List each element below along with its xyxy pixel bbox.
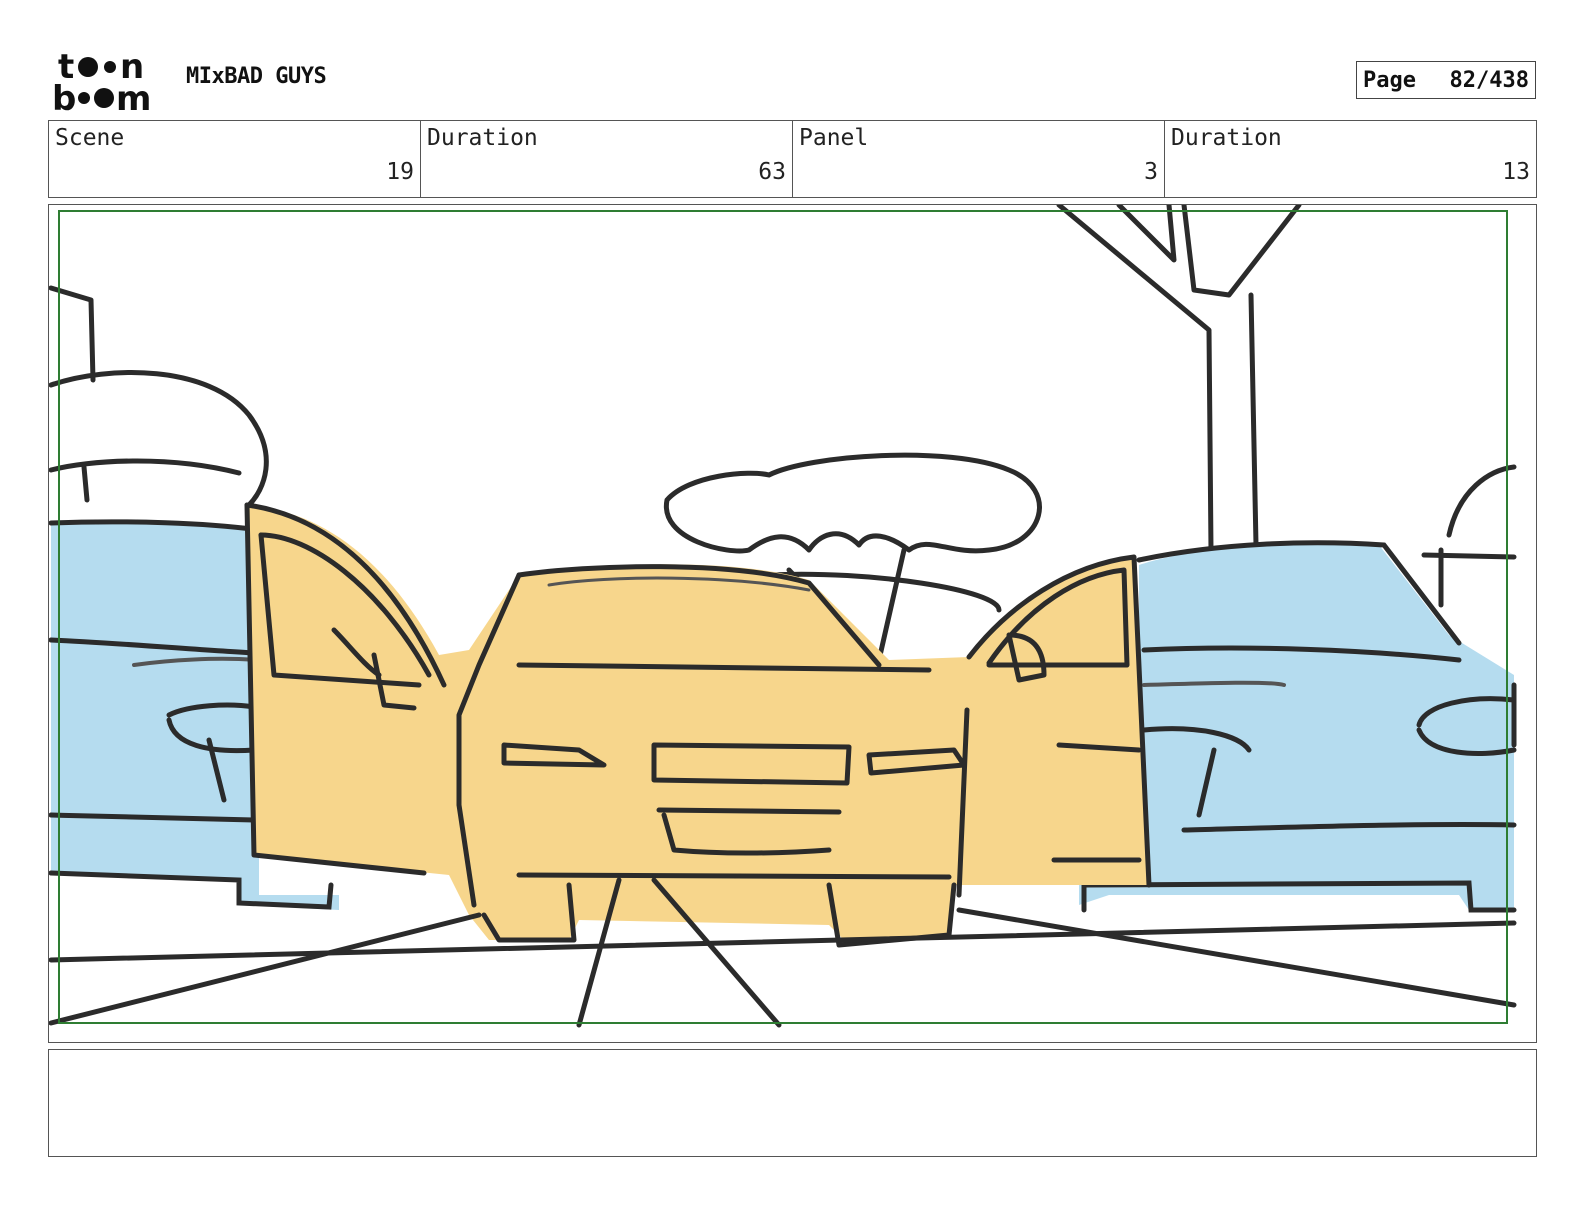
scene-label: Scene xyxy=(55,125,125,151)
page-number: 82/438 xyxy=(1449,67,1529,93)
scene-duration-label: Duration xyxy=(427,125,538,151)
storyboard-panel xyxy=(48,204,1537,1043)
page-label: Page xyxy=(1363,67,1416,93)
scene-cell: Scene 19 xyxy=(49,121,421,197)
storyboard-sketch-cars-icon xyxy=(49,205,1517,1028)
panel-cell: Panel 3 xyxy=(793,121,1165,197)
scene-duration-value: 63 xyxy=(758,159,786,185)
svg-text:b: b xyxy=(52,79,76,112)
scene-duration-cell: Duration 63 xyxy=(421,121,793,197)
toon-boom-logo-icon: t n b m xyxy=(52,50,151,112)
panel-duration-value: 13 xyxy=(1502,159,1530,185)
panel-duration-cell: Duration 13 xyxy=(1165,121,1536,197)
panel-info-row: Scene 19 Duration 63 Panel 3 Duration 13 xyxy=(48,120,1537,198)
scene-value: 19 xyxy=(386,159,414,185)
project-title: MIxBAD GUYS xyxy=(186,64,327,89)
panel-label: Panel xyxy=(799,125,869,151)
page-indicator: Page 82/438 xyxy=(1356,61,1536,99)
svg-text:m: m xyxy=(116,79,151,112)
panel-notes xyxy=(48,1049,1537,1157)
panel-value: 3 xyxy=(1144,159,1158,185)
panel-duration-label: Duration xyxy=(1171,125,1282,151)
